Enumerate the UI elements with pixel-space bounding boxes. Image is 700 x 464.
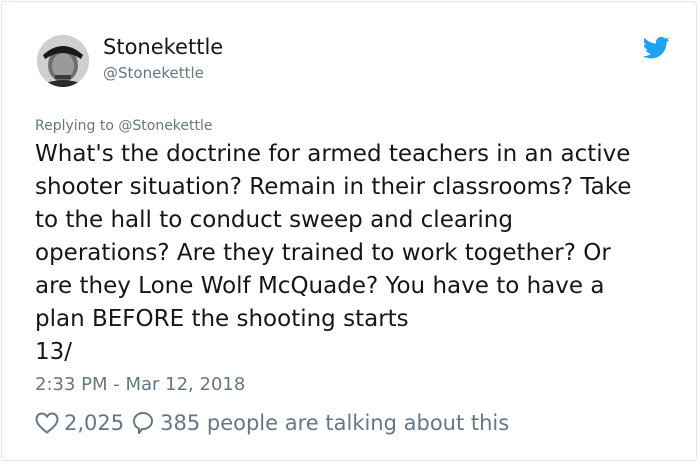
comment-bubble-icon[interactable] [132, 411, 154, 435]
tweet-text-line: operations? Are they trained to work tog… [35, 240, 611, 266]
tweet-text: What's the doctrine for armed teachers i… [35, 138, 675, 369]
user-avatar[interactable] [37, 35, 89, 87]
tweet-actions: 2,025 385 people are talking about this [35, 408, 509, 438]
likes-count[interactable]: 2,025 [64, 411, 124, 435]
tweet-text-line: What's the doctrine for armed teachers i… [35, 141, 631, 167]
replying-to[interactable]: Replying to @Stonekettle [35, 118, 213, 134]
tweet-text-line: are they Lone Wolf McQuade? You have to … [35, 273, 605, 299]
heart-icon[interactable] [35, 412, 59, 434]
avatar-image [37, 35, 89, 87]
twitter-bird-icon[interactable] [643, 36, 670, 60]
tweet-timestamp[interactable]: 2:33 PM - Mar 12, 2018 [35, 374, 245, 395]
tweet-text-line: 13/ [35, 339, 73, 365]
talking-about-link[interactable]: 385 people are talking about this [160, 411, 509, 435]
tweet-text-line: to the hall to conduct sweep and clearin… [35, 207, 513, 233]
tweet-card: Stonekettle @Stonekettle Replying to @St… [1, 1, 697, 461]
user-handle[interactable]: @Stonekettle [103, 64, 204, 82]
tweet-text-line: plan BEFORE the shooting starts [35, 306, 409, 332]
display-name[interactable]: Stonekettle [103, 35, 223, 59]
tweet-text-line: shooter situation? Remain in their class… [35, 174, 632, 200]
